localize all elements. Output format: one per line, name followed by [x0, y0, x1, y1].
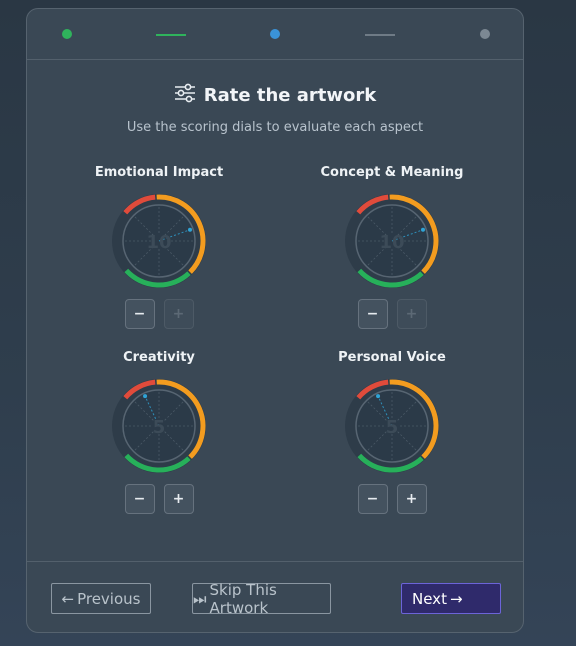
decrement-button[interactable]: − [124, 484, 155, 514]
score-dial[interactable]: 5 [342, 376, 442, 476]
decrement-button[interactable]: − [357, 484, 388, 514]
dial-label: Emotional Impact [94, 165, 224, 180]
arrow-right-icon: → [449, 589, 463, 608]
skip-artwork-button[interactable]: ⏭ Skip This Artwork [192, 580, 331, 617]
increment-button[interactable]: + [163, 299, 194, 329]
dial-personal-voice: Personal Voice 5 − + [302, 350, 482, 514]
skip-label: Skip This Artwork [209, 580, 277, 617]
increment-button[interactable]: + [396, 484, 427, 514]
rating-card: Rate the artwork Use the scoring dials t… [26, 8, 524, 633]
dial-value: 5 [386, 417, 399, 438]
dial-value: 10 [379, 232, 404, 253]
page-subtitle: Use the scoring dials to evaluate each a… [126, 120, 424, 135]
increment-button[interactable]: + [163, 484, 194, 514]
step-1-dot [62, 29, 72, 39]
page-title: Rate the artwork [203, 84, 377, 106]
dial-emotional-impact: Emotional Impact 10 − + [69, 165, 249, 329]
next-label: Next [412, 589, 447, 608]
step-3-dot [480, 29, 490, 39]
score-dial[interactable]: 10 [109, 191, 209, 291]
decrement-button[interactable]: − [124, 299, 155, 329]
dial-needle-tip [421, 227, 426, 232]
footer-nav: ← Previous ⏭ Skip This Artwork Next → [27, 561, 523, 635]
next-button[interactable]: Next → [401, 583, 501, 614]
dial-label: Personal Voice [338, 350, 446, 365]
section-header: Rate the artwork Use the scoring dials t… [27, 83, 523, 135]
progress-stepper [27, 9, 523, 60]
dial-label: Concept & Meaning [320, 165, 464, 180]
skip-forward-icon: ⏭ [193, 589, 207, 608]
dial-value: 5 [153, 417, 166, 438]
score-dial[interactable]: 5 [109, 376, 209, 476]
dial-creativity: Creativity 5 − + [69, 350, 249, 514]
dial-needle-tip [188, 227, 193, 232]
score-dial[interactable]: 10 [342, 191, 442, 291]
increment-button[interactable]: + [396, 299, 427, 329]
decrement-button[interactable]: − [357, 299, 388, 329]
step-2-dot [270, 29, 280, 39]
dial-value: 10 [146, 232, 171, 253]
dial-concept-meaning: Concept & Meaning 10 − + [302, 165, 482, 329]
step-connector-2 [365, 34, 395, 36]
arrow-left-icon: ← [61, 589, 75, 608]
sliders-icon [174, 83, 196, 107]
dial-needle-tip [143, 394, 148, 399]
previous-button[interactable]: ← Previous [51, 583, 151, 614]
dial-label: Creativity [123, 350, 195, 365]
step-connector-1 [156, 34, 186, 36]
previous-label: Previous [77, 589, 141, 608]
dial-needle-tip [376, 394, 381, 399]
